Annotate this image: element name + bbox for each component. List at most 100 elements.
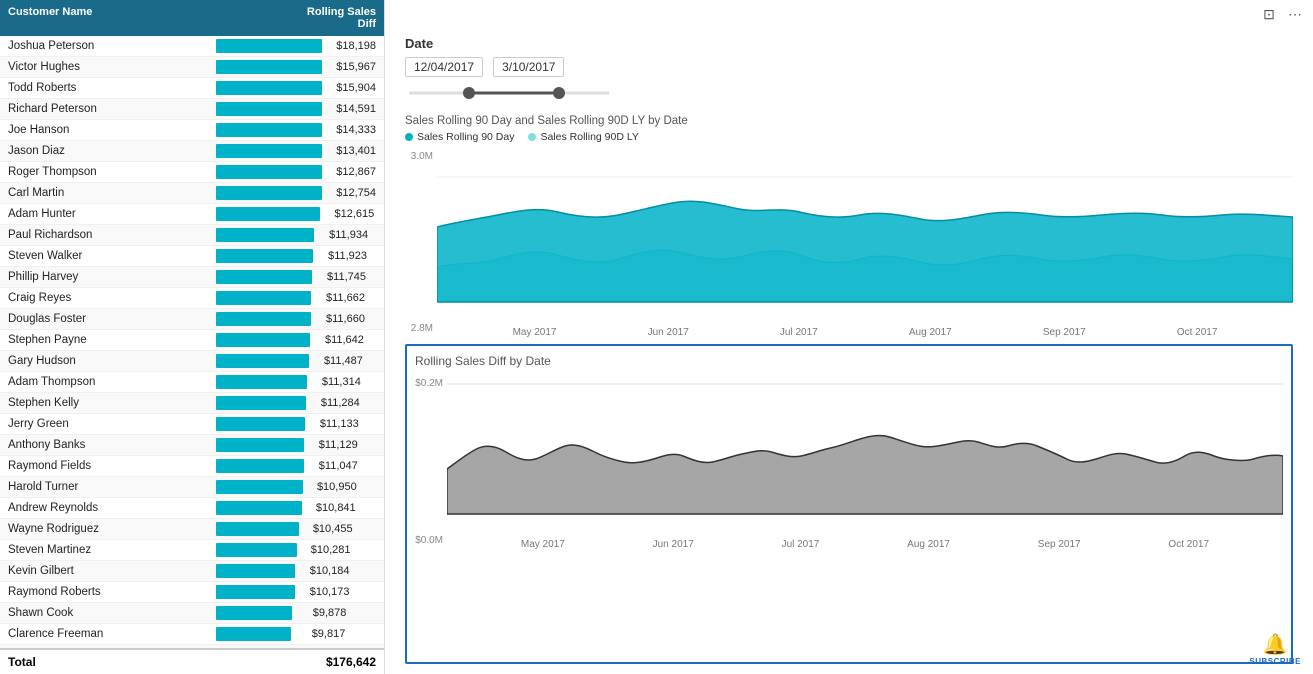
table-row[interactable]: Steven Walker $11,923 — [0, 246, 384, 267]
table-row[interactable]: Gary Hudson $11,487 — [0, 351, 384, 372]
slider-handle-right[interactable] — [553, 87, 565, 99]
chart2-title: Rolling Sales Diff by Date — [415, 354, 1283, 368]
table-row[interactable]: Craig Reyes $11,662 — [0, 288, 384, 309]
row-name: Joe Hanson — [8, 124, 216, 136]
table-row[interactable]: Carl Martin $12,754 — [0, 183, 384, 204]
table-row[interactable]: Roger Thompson $12,867 — [0, 162, 384, 183]
legend-label-1: Sales Rolling 90 Day — [417, 131, 514, 143]
table-row[interactable]: Victor Hughes $15,967 — [0, 57, 384, 78]
table-row[interactable]: Douglas Foster $11,660 — [0, 309, 384, 330]
date-slider[interactable] — [409, 83, 609, 103]
row-name: Steven Martinez — [8, 544, 216, 556]
subscribe-button[interactable]: 🔔 SUBSCRIBE — [1249, 632, 1301, 666]
row-bar-area: $18,198 — [216, 39, 376, 53]
chart1-y-axis: 3.0M 2.8M — [405, 147, 437, 338]
row-value: $11,662 — [315, 292, 365, 304]
row-bar — [216, 585, 295, 599]
row-bar-area: $9,878 — [216, 606, 376, 620]
row-name: Carl Martin — [8, 187, 216, 199]
row-name: Raymond Roberts — [8, 586, 216, 598]
x-label-jun: Jun 2017 — [648, 327, 689, 338]
slider-handle-left[interactable] — [463, 87, 475, 99]
row-bar-area: $11,662 — [216, 291, 376, 305]
row-bar-area: $11,284 — [216, 396, 376, 410]
more-icon[interactable]: ⋯ — [1285, 4, 1305, 24]
row-bar-area: $14,591 — [216, 102, 376, 116]
row-value: $18,198 — [326, 40, 376, 52]
table-row[interactable]: Kevin Gilbert $10,184 — [0, 561, 384, 582]
table-row[interactable]: Jason Diaz $13,401 — [0, 141, 384, 162]
table-row[interactable]: Adam Hunter $12,615 — [0, 204, 384, 225]
row-name: Raymond Fields — [8, 460, 216, 472]
chart2-x-jul: Jul 2017 — [782, 539, 820, 550]
table-row[interactable]: Steven Martinez $10,281 — [0, 540, 384, 561]
row-bar — [216, 333, 310, 347]
table-row[interactable]: Richard Peterson $14,591 — [0, 99, 384, 120]
subscribe-icon: 🔔 — [1263, 632, 1288, 657]
date-filter-label: Date — [405, 36, 1293, 51]
row-name: Andrew Reynolds — [8, 502, 216, 514]
row-bar-area: $10,841 — [216, 501, 376, 515]
table-row[interactable]: Joe Hanson $14,333 — [0, 120, 384, 141]
date-start[interactable]: 12/04/2017 — [405, 57, 483, 77]
x-label-may: May 2017 — [513, 327, 557, 338]
row-value: $13,401 — [326, 145, 376, 157]
legend-item-2: Sales Rolling 90D LY — [528, 131, 638, 143]
y-label-top: 3.0M — [405, 151, 433, 162]
table-row[interactable]: Andrew Reynolds $10,841 — [0, 498, 384, 519]
row-bar-area: $11,487 — [216, 354, 376, 368]
table-row[interactable]: Shawn Cook $9,878 — [0, 603, 384, 624]
table-row[interactable]: Raymond Roberts $10,173 — [0, 582, 384, 603]
row-name: Jerry Green — [8, 418, 216, 430]
legend-dot-2 — [528, 133, 536, 141]
table-row[interactable]: Wayne Rodriguez $10,455 — [0, 519, 384, 540]
top-controls: ⊡ ⋯ — [385, 0, 1313, 28]
chart2-y-bottom: $0.0M — [415, 535, 443, 546]
row-value: $11,133 — [309, 418, 359, 430]
table-row[interactable]: Stephen Kelly $11,284 — [0, 393, 384, 414]
table-row[interactable]: Clarence Freeman $9,817 — [0, 624, 384, 645]
table-row[interactable]: Paul Richardson $11,934 — [0, 225, 384, 246]
row-bar — [216, 186, 322, 200]
row-bar — [216, 270, 312, 284]
row-value: $10,184 — [299, 565, 349, 577]
row-name: Adam Thompson — [8, 376, 216, 388]
chart1-wrap: 3.0M 2.8M May 2017 Ju — [405, 147, 1293, 338]
row-value: $11,642 — [314, 334, 364, 346]
table-row[interactable]: Anthony Banks $11,129 — [0, 435, 384, 456]
row-bar — [216, 501, 302, 515]
table-row[interactable]: Stephen Payne $11,642 — [0, 330, 384, 351]
row-value: $11,129 — [308, 439, 358, 451]
row-bar-area: $10,184 — [216, 564, 376, 578]
date-filter: Date 12/04/2017 3/10/2017 — [385, 28, 1313, 111]
row-name: Steven Walker — [8, 250, 216, 262]
table-row[interactable]: Raymond Fields $11,047 — [0, 456, 384, 477]
table-row[interactable]: Phillip Harvey $11,745 — [0, 267, 384, 288]
x-label-aug: Aug 2017 — [909, 327, 952, 338]
table-row[interactable]: Adam Thompson $11,314 — [0, 372, 384, 393]
row-value: $15,904 — [326, 82, 376, 94]
row-name: Victor Hughes — [8, 61, 216, 73]
table-row[interactable]: Todd Roberts $15,904 — [0, 78, 384, 99]
date-range-display: 12/04/2017 3/10/2017 — [405, 57, 1293, 77]
table-row[interactable]: Joshua Peterson $18,198 — [0, 36, 384, 57]
row-bar-area: $15,904 — [216, 81, 376, 95]
table-row[interactable]: Jerry Green $11,133 — [0, 414, 384, 435]
row-value: $11,487 — [313, 355, 363, 367]
col-name-header: Customer Name — [8, 6, 296, 30]
row-name: Jason Diaz — [8, 145, 216, 157]
expand-icon[interactable]: ⊡ — [1259, 4, 1279, 24]
table-row[interactable]: Harold Turner $10,950 — [0, 477, 384, 498]
row-value: $10,841 — [306, 502, 356, 514]
x-label-oct: Oct 2017 — [1177, 327, 1218, 338]
row-value: $12,615 — [324, 208, 374, 220]
row-value: $14,591 — [326, 103, 376, 115]
row-value: $11,660 — [315, 313, 365, 325]
row-name: Phillip Harvey — [8, 271, 216, 283]
row-bar-area: $12,615 — [216, 207, 376, 221]
row-name: Joshua Peterson — [8, 40, 216, 52]
table-scroll[interactable]: Joshua Peterson $18,198 Victor Hughes $1… — [0, 36, 384, 648]
date-end[interactable]: 3/10/2017 — [493, 57, 564, 77]
legend-dot-1 — [405, 133, 413, 141]
row-bar-area: $10,455 — [216, 522, 376, 536]
